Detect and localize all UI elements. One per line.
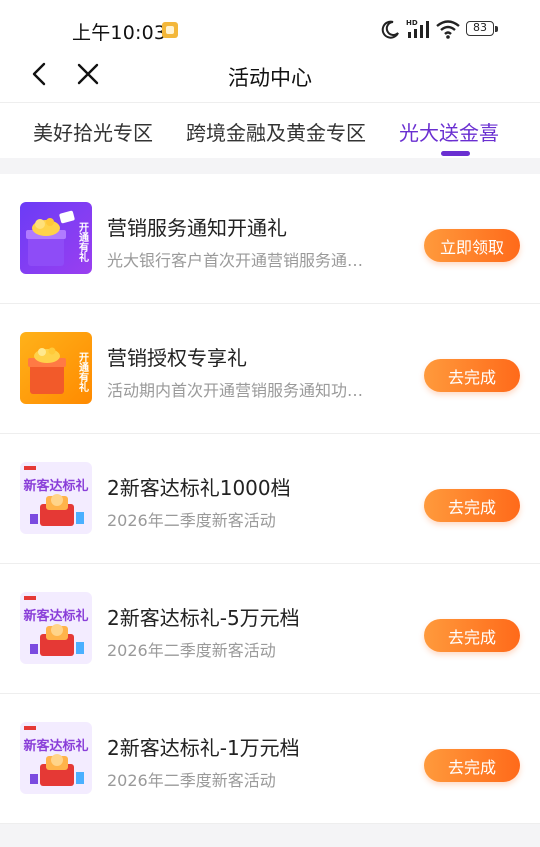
wifi-icon [436,20,460,39]
battery-tip [495,26,498,32]
gift-label: 开通有礼 [77,222,89,263]
moon-icon [381,20,399,39]
gift-thumbnail: 新客达标礼 [20,722,92,794]
gift-thumbnail: 开通有礼 [20,202,92,274]
gift-label: 新客达标礼 [23,738,88,754]
gift-label: 新客达标礼 [23,478,88,494]
notification-icon [162,22,178,38]
item-subtitle: 光大银行客户首次开通营销服务通… [107,251,364,270]
tab-guangda-songjinxi[interactable]: 光大送金喜 [399,117,499,146]
item-title: 营销授权专享礼 [107,346,247,370]
signal-hd-label: HD [406,19,418,27]
go-complete-button[interactable]: 去完成 [424,749,520,782]
activity-item[interactable]: 新客达标礼 2新客达标礼1000档 2026年二季度新客活动 去完成 [0,434,540,564]
battery-indicator: 83 [466,21,499,38]
item-subtitle: 2026年二季度新客活动 [107,641,276,660]
activity-item[interactable]: 新客达标礼 2新客达标礼-5万元档 2026年二季度新客活动 去完成 [0,564,540,694]
page-title: 活动中心 [228,66,312,90]
gift-thumbnail: 新客达标礼 [20,462,92,534]
status-bar: 上午10:03 HD 83 [0,0,540,50]
go-complete-button[interactable]: 去完成 [424,359,520,392]
tab-meihao-shiguang[interactable]: 美好拾光专区 [33,117,153,146]
tab-kuajing-jinrong[interactable]: 跨境金融及黄金专区 [186,117,366,146]
gift-thumbnail: 开通有礼 [20,332,92,404]
go-complete-button[interactable]: 去完成 [424,489,520,522]
gift-label: 开通有礼 [77,352,89,393]
go-complete-button[interactable]: 去完成 [424,619,520,652]
activity-item[interactable]: 开通有礼 营销授权专享礼 活动期内首次开通营销服务通知功… 去完成 [0,304,540,434]
orange-gift-icon: 开通有礼 [20,332,92,404]
item-subtitle: 2026年二季度新客活动 [107,771,276,790]
item-title: 营销服务通知开通礼 [107,216,287,240]
purple-gift-icon: 开通有礼 [20,202,92,274]
activity-list: 开通有礼 营销服务通知开通礼 光大银行客户首次开通营销服务通… 立即领取 开通有… [0,174,540,824]
item-title: 2新客达标礼-5万元档 [107,606,300,630]
item-subtitle: 活动期内首次开通营销服务通知功… [107,381,364,400]
new-customer-gift-icon: 新客达标礼 [20,722,92,794]
signal-icon: HD [406,19,429,38]
item-title: 2新客达标礼-1万元档 [107,736,300,760]
tab-bar: 美好拾光专区 跨境金融及黄金专区 光大送金喜 [0,102,540,158]
claim-now-button[interactable]: 立即领取 [424,229,520,262]
item-subtitle: 2026年二季度新客活动 [107,511,276,530]
activity-item[interactable]: 新客达标礼 2新客达标礼-1万元档 2026年二季度新客活动 去完成 [0,694,540,824]
gift-label: 新客达标礼 [23,608,88,624]
item-title: 2新客达标礼1000档 [107,476,291,500]
gift-thumbnail: 新客达标礼 [20,592,92,664]
new-customer-gift-icon: 新客达标礼 [20,462,92,534]
activity-item[interactable]: 开通有礼 营销服务通知开通礼 光大银行客户首次开通营销服务通… 立即领取 [0,174,540,304]
active-tab-indicator [441,151,470,156]
nav-bar: 活动中心 [0,50,540,102]
status-time: 上午10:03 [72,22,167,44]
new-customer-gift-icon: 新客达标礼 [20,592,92,664]
battery-level: 83 [466,21,494,36]
